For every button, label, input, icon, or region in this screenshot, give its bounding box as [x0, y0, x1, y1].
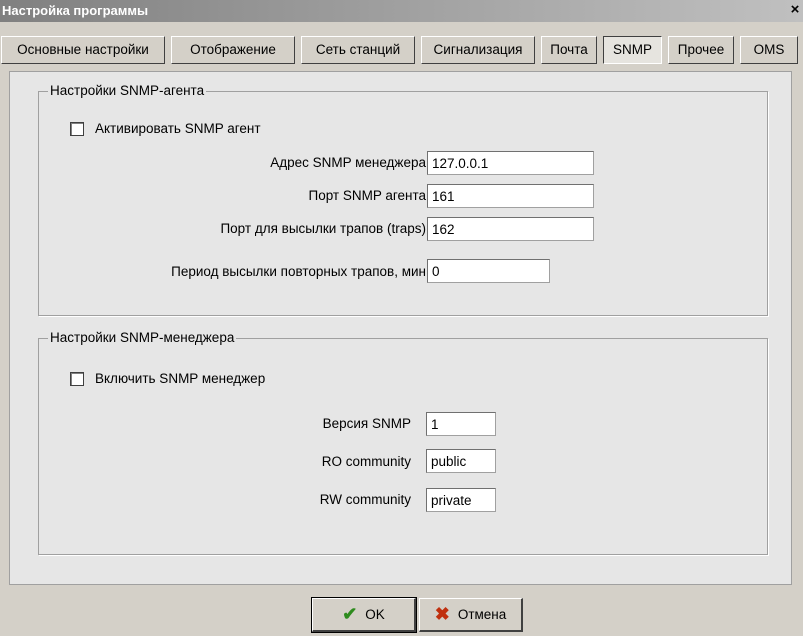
snmp-version-label: Версия SNMP [322, 416, 411, 431]
snmp-manager-group: Настройки SNMP-менеджера Включить SNMP м… [38, 330, 768, 555]
agent-port-input[interactable] [427, 184, 594, 208]
checkbox-box[interactable] [70, 371, 84, 386]
tab-oms[interactable]: OMS [740, 36, 798, 64]
manager-address-input[interactable] [427, 151, 594, 175]
snmp-tab-panel: Настройки SNMP-агента Активировать SNMP … [9, 71, 792, 585]
window-title: Настройка программы [2, 3, 149, 18]
ro-community-label: RO community [321, 454, 411, 469]
ok-button-label: OK [365, 607, 385, 622]
checkbox-box[interactable] [70, 121, 84, 136]
snmp-manager-group-title: Настройки SNMP-менеджера [48, 330, 237, 345]
title-bar[interactable]: Настройка программы × [0, 0, 803, 22]
tab-mail[interactable]: Почта [541, 36, 597, 64]
cancel-button-label: Отмена [457, 607, 507, 622]
tab-display[interactable]: Отображение [171, 36, 295, 64]
tab-station-network[interactable]: Сеть станций [301, 36, 415, 64]
ok-button[interactable]: ✔ OK [311, 597, 417, 633]
trap-repeat-period-label: Период высылки повторных трапов, мин [171, 264, 426, 279]
tab-general[interactable]: Основные настройки [1, 36, 165, 64]
activate-snmp-agent-checkbox[interactable]: Активировать SNMP агент [70, 121, 261, 136]
tab-other[interactable]: Прочее [668, 36, 734, 64]
checkmark-icon: ✔ [342, 604, 358, 624]
button-bar: ✔ OK ✖ Отмена [9, 590, 792, 636]
rw-community-input[interactable] [426, 488, 496, 512]
snmp-version-input[interactable] [426, 412, 496, 436]
close-icon[interactable]: × [787, 2, 803, 18]
trap-port-input[interactable] [427, 217, 594, 241]
settings-window: Настройка программы × Основные настройки… [0, 0, 803, 636]
manager-address-label: Адрес SNMP менеджера [270, 155, 426, 170]
snmp-agent-group: Настройки SNMP-агента Активировать SNMP … [38, 83, 768, 316]
rw-community-label: RW community [319, 492, 411, 507]
tab-alarms[interactable]: Сигнализация [421, 36, 535, 64]
agent-port-label: Порт SNMP агента [308, 188, 426, 203]
activate-snmp-agent-label: Активировать SNMP агент [95, 121, 261, 136]
cancel-button[interactable]: ✖ Отмена [419, 598, 523, 632]
trap-port-label: Порт для высылки трапов (traps) [220, 221, 426, 236]
enable-snmp-manager-label: Включить SNMP менеджер [95, 371, 266, 386]
trap-repeat-period-input[interactable] [427, 259, 550, 283]
ro-community-input[interactable] [426, 449, 496, 473]
tab-snmp[interactable]: SNMP [603, 36, 662, 64]
snmp-agent-group-title: Настройки SNMP-агента [48, 83, 207, 98]
enable-snmp-manager-checkbox[interactable]: Включить SNMP менеджер [70, 371, 265, 386]
x-icon: ✖ [434, 604, 450, 624]
